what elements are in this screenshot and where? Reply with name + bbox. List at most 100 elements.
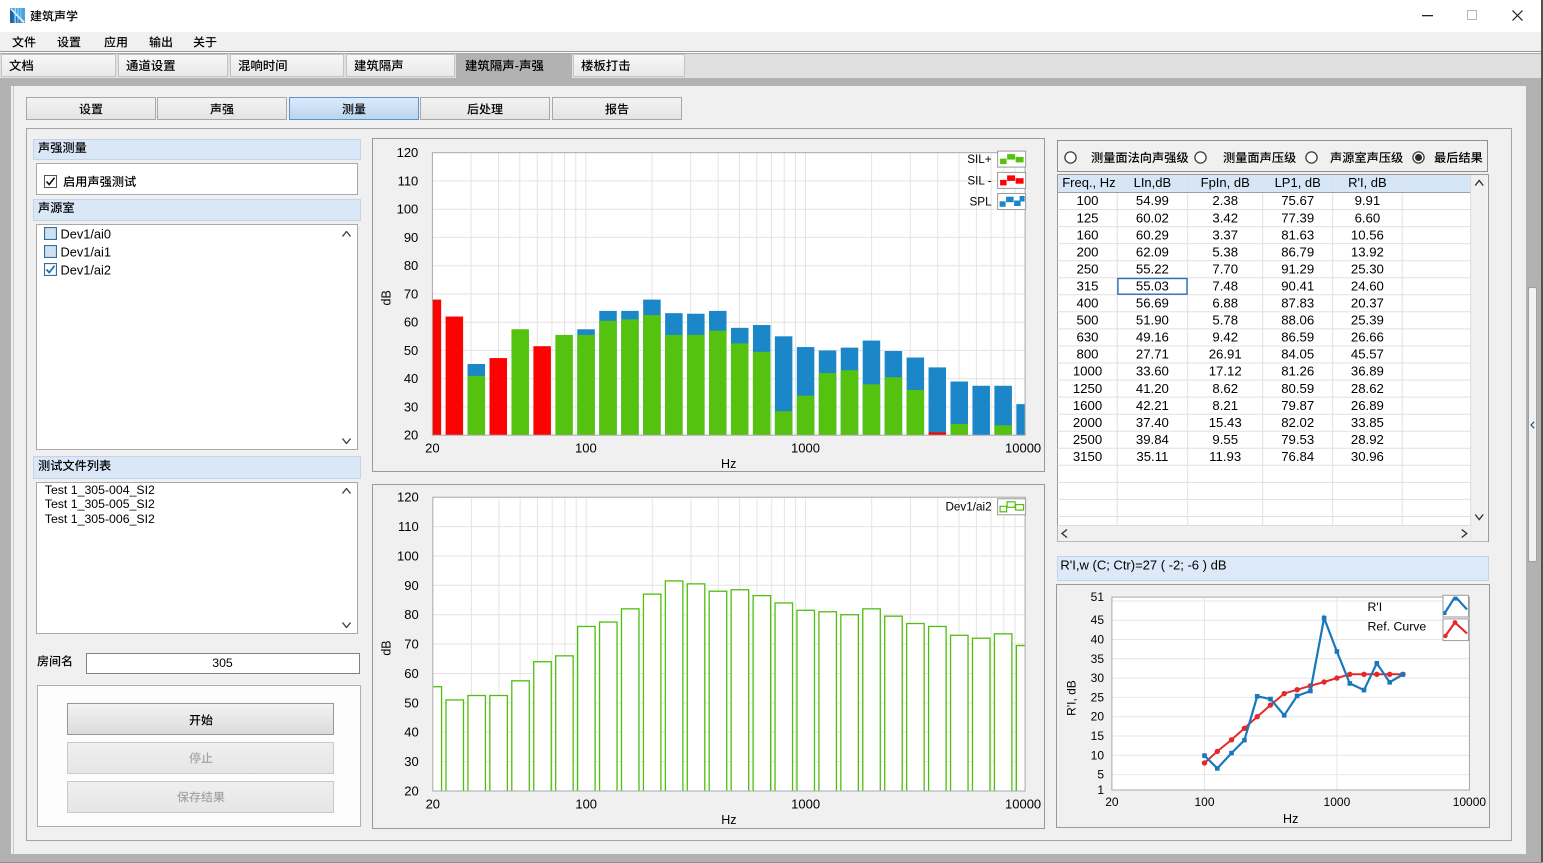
svg-text:35: 35 <box>1091 652 1105 666</box>
svg-text:27.71: 27.71 <box>1136 347 1169 362</box>
svg-text:90: 90 <box>404 578 418 593</box>
svg-text:5: 5 <box>1097 768 1104 782</box>
svg-text:630: 630 <box>1077 330 1099 345</box>
svg-text:76.84: 76.84 <box>1281 449 1314 464</box>
svg-text:10000: 10000 <box>1453 795 1487 809</box>
svg-text:33.60: 33.60 <box>1136 364 1169 379</box>
svg-text:20: 20 <box>1105 795 1119 809</box>
svg-text:3.37: 3.37 <box>1213 227 1239 242</box>
svg-text:45.57: 45.57 <box>1351 347 1384 362</box>
svg-text:86.79: 86.79 <box>1281 244 1314 259</box>
svg-text:1000: 1000 <box>791 441 820 456</box>
svg-text:Ref. Curve: Ref. Curve <box>1368 620 1427 634</box>
svg-text:3150: 3150 <box>1073 449 1102 464</box>
svg-text:60.29: 60.29 <box>1136 227 1169 242</box>
svg-text:110: 110 <box>398 519 419 534</box>
svg-text:51: 51 <box>1091 590 1105 604</box>
svg-text:62.09: 62.09 <box>1136 244 1169 259</box>
svg-text:FpIn, dB: FpIn, dB <box>1201 175 1250 190</box>
svg-text:7.70: 7.70 <box>1213 261 1239 276</box>
svg-text:10000: 10000 <box>1005 797 1041 812</box>
svg-text:20.37: 20.37 <box>1351 296 1384 311</box>
svg-text:120: 120 <box>397 490 419 505</box>
svg-text:Hz: Hz <box>721 813 736 827</box>
svg-text:91.29: 91.29 <box>1281 261 1314 276</box>
svg-text:1: 1 <box>1097 783 1104 797</box>
svg-text:25: 25 <box>1091 690 1105 704</box>
svg-text:1600: 1600 <box>1073 398 1102 413</box>
svg-text:Hz: Hz <box>1283 812 1298 826</box>
svg-text:15: 15 <box>1091 729 1105 743</box>
svg-text:2500: 2500 <box>1073 432 1102 447</box>
svg-text:20: 20 <box>425 441 439 456</box>
svg-text:Freq., Hz: Freq., Hz <box>1062 175 1115 190</box>
svg-text:8.62: 8.62 <box>1213 381 1239 396</box>
svg-text:90.41: 90.41 <box>1281 279 1314 294</box>
svg-text:10000: 10000 <box>1005 441 1041 456</box>
svg-text:77.39: 77.39 <box>1281 210 1314 225</box>
svg-text:88.06: 88.06 <box>1281 313 1314 328</box>
svg-text:80.59: 80.59 <box>1281 381 1314 396</box>
svg-text:51.90: 51.90 <box>1136 313 1169 328</box>
svg-text:100: 100 <box>397 202 419 217</box>
svg-text:1000: 1000 <box>1073 364 1102 379</box>
svg-text:28.92: 28.92 <box>1351 432 1384 447</box>
svg-text:20: 20 <box>404 784 418 799</box>
svg-text:200: 200 <box>1077 244 1099 259</box>
svg-text:50: 50 <box>404 343 418 358</box>
svg-text:55.03: 55.03 <box>1136 279 1169 294</box>
svg-text:40: 40 <box>404 371 418 386</box>
svg-text:SPL: SPL <box>970 195 993 208</box>
svg-text:15.43: 15.43 <box>1209 415 1242 430</box>
svg-text:35.11: 35.11 <box>1137 449 1169 464</box>
svg-text:315: 315 <box>1077 279 1099 294</box>
svg-text:30: 30 <box>404 399 418 414</box>
svg-text:1250: 1250 <box>1073 381 1102 396</box>
svg-text:110: 110 <box>398 173 419 188</box>
svg-text:2.38: 2.38 <box>1213 193 1239 208</box>
svg-text:400: 400 <box>1077 296 1099 311</box>
svg-text:45: 45 <box>1091 613 1105 627</box>
svg-text:20: 20 <box>1091 710 1105 724</box>
svg-text:37.40: 37.40 <box>1136 415 1169 430</box>
svg-text:40: 40 <box>404 725 418 740</box>
svg-text:250: 250 <box>1077 261 1099 276</box>
svg-text:500: 500 <box>1077 313 1099 328</box>
svg-text:75.67: 75.67 <box>1281 193 1314 208</box>
svg-text:R'I, dB: R'I, dB <box>1065 680 1079 716</box>
svg-text:36.89: 36.89 <box>1351 364 1384 379</box>
svg-text:30.96: 30.96 <box>1351 449 1384 464</box>
svg-text:87.83: 87.83 <box>1281 296 1314 311</box>
svg-text:81.26: 81.26 <box>1281 364 1314 379</box>
svg-text:60: 60 <box>404 666 418 681</box>
svg-text:24.60: 24.60 <box>1351 279 1384 294</box>
svg-text:7.48: 7.48 <box>1213 279 1239 294</box>
svg-text:6.60: 6.60 <box>1355 210 1381 225</box>
svg-text:10: 10 <box>1091 748 1105 762</box>
svg-text:81.63: 81.63 <box>1281 227 1314 242</box>
svg-text:dB: dB <box>380 640 394 655</box>
svg-text:1000: 1000 <box>1324 795 1351 809</box>
svg-text:70: 70 <box>404 637 418 652</box>
svg-text:56.69: 56.69 <box>1136 296 1169 311</box>
svg-text:30: 30 <box>1091 671 1105 685</box>
svg-text:6.88: 6.88 <box>1213 296 1239 311</box>
svg-text:SIL -: SIL - <box>967 174 991 187</box>
svg-text:120: 120 <box>397 145 419 160</box>
svg-text:125: 125 <box>1077 210 1099 225</box>
svg-text:50: 50 <box>404 695 418 710</box>
svg-text:R'I, dB: R'I, dB <box>1348 175 1387 190</box>
svg-text:10.56: 10.56 <box>1351 227 1384 242</box>
svg-text:70: 70 <box>404 286 418 301</box>
svg-text:80: 80 <box>404 607 418 622</box>
svg-text:84.05: 84.05 <box>1281 347 1314 362</box>
svg-text:11.93: 11.93 <box>1209 449 1241 464</box>
svg-text:79.87: 79.87 <box>1281 398 1314 413</box>
svg-text:9.91: 9.91 <box>1355 193 1381 208</box>
svg-text:26.91: 26.91 <box>1209 347 1242 362</box>
svg-text:39.84: 39.84 <box>1136 432 1169 447</box>
svg-text:13.92: 13.92 <box>1351 244 1384 259</box>
svg-text:2000: 2000 <box>1073 415 1102 430</box>
svg-text:100: 100 <box>1194 795 1214 809</box>
svg-text:54.99: 54.99 <box>1136 193 1169 208</box>
